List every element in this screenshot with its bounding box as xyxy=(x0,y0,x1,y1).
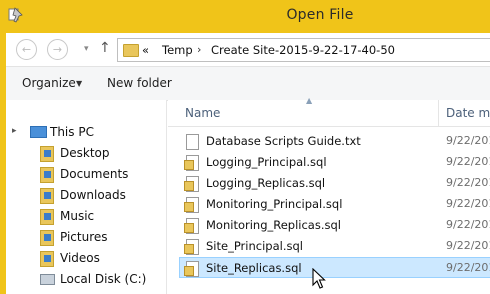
file-row[interactable]: Database Scripts Guide.txt 9/22/201 xyxy=(180,131,490,151)
sql-file-icon xyxy=(184,197,199,213)
file-name: Monitoring_Principal.sql xyxy=(206,197,343,211)
documents-folder-icon xyxy=(40,167,54,183)
folder-icon xyxy=(123,44,139,57)
file-row[interactable]: Site_Principal.sql 9/22/201 xyxy=(180,236,490,256)
tree-item-label: Music xyxy=(60,209,95,223)
file-name: Monitoring_Replicas.sql xyxy=(206,218,341,232)
sql-file-icon xyxy=(184,155,199,171)
tree-item-label: Pictures xyxy=(60,230,108,244)
expand-chevron-icon[interactable]: ▸ xyxy=(12,126,17,136)
breadcrumb-separator[interactable]: › xyxy=(197,43,201,56)
file-date: 9/22/201 xyxy=(446,197,490,210)
file-name: Site_Principal.sql xyxy=(206,239,303,253)
file-name: Logging_Principal.sql xyxy=(206,155,327,169)
navigation-pane[interactable]: ▸ This PC Desktop Documents Downloads Mu… xyxy=(6,100,167,294)
breadcrumb-overflow[interactable]: « xyxy=(142,43,149,57)
file-date: 9/22/201 xyxy=(446,261,490,274)
sort-ascending-icon: ▲ xyxy=(306,96,313,105)
command-bar: Organize ▼ New folder xyxy=(6,66,490,101)
file-date: 9/22/201 xyxy=(446,155,490,168)
pictures-folder-icon xyxy=(40,230,54,246)
file-row-selected[interactable]: Site_Replicas.sql 9/22/201 xyxy=(179,257,490,278)
file-row[interactable]: Monitoring_Replicas.sql 9/22/201 xyxy=(180,215,490,235)
sql-file-icon xyxy=(184,239,199,255)
file-name: Logging_Replicas.sql xyxy=(206,176,326,190)
tree-item-label: Downloads xyxy=(60,188,126,202)
tree-item-label: Desktop xyxy=(60,146,110,160)
sql-file-icon xyxy=(184,261,199,277)
text-file-icon xyxy=(186,134,199,150)
column-header-name[interactable]: Name xyxy=(185,106,220,120)
navigation-toolbar: ← → ▾ ↑ « Temp › Create Site-2015-9-22-1… xyxy=(6,33,490,66)
title-bar[interactable]: Open File xyxy=(0,0,490,33)
file-name: Database Scripts Guide.txt xyxy=(206,134,361,148)
forward-arrow-icon: → xyxy=(52,43,63,56)
tree-item-label: Videos xyxy=(60,251,100,265)
recent-locations-dropdown[interactable]: ▾ xyxy=(84,44,89,54)
window-title: Open File xyxy=(286,7,354,23)
file-date: 9/22/201 xyxy=(446,239,490,252)
desktop-folder-icon xyxy=(40,146,54,162)
tree-item-label: This PC xyxy=(50,125,94,139)
chevron-down-icon: ▼ xyxy=(76,79,83,88)
file-row[interactable]: Logging_Principal.sql 9/22/201 xyxy=(180,152,490,172)
address-bar[interactable]: « Temp › Create Site-2015-9-22-17-40-50 xyxy=(117,38,490,62)
mouse-pointer-icon xyxy=(312,268,326,289)
new-folder-button[interactable]: New folder xyxy=(107,76,172,90)
file-row[interactable]: Logging_Replicas.sql 9/22/201 xyxy=(180,173,490,193)
breadcrumb-create-site[interactable]: Create Site-2015-9-22-17-40-50 xyxy=(211,43,395,57)
breadcrumb-temp[interactable]: Temp xyxy=(162,43,193,57)
sql-file-icon xyxy=(184,176,199,192)
back-arrow-icon: ← xyxy=(21,43,32,56)
file-date: 9/22/201 xyxy=(446,134,490,147)
file-date: 9/22/201 xyxy=(446,176,490,189)
file-row[interactable]: Monitoring_Principal.sql 9/22/201 xyxy=(180,194,490,214)
downloads-folder-icon xyxy=(40,188,54,204)
back-button[interactable]: ← xyxy=(16,39,37,60)
disk-drive-icon xyxy=(40,274,55,285)
column-divider[interactable] xyxy=(438,100,439,126)
file-name: Site_Replicas.sql xyxy=(206,261,302,275)
column-header-row: ▲ Name Date mo xyxy=(168,96,490,127)
up-button[interactable]: ↑ xyxy=(99,40,111,56)
file-date: 9/22/201 xyxy=(446,218,490,231)
sql-file-icon xyxy=(184,218,199,234)
file-list-pane[interactable]: ▲ Name Date mo Database Scripts Guide.tx… xyxy=(168,96,490,294)
music-folder-icon xyxy=(40,209,54,225)
tree-item-label: Local Disk (C:) xyxy=(60,272,147,286)
organize-button[interactable]: Organize xyxy=(22,76,76,90)
videos-folder-icon xyxy=(40,251,54,267)
forward-button[interactable]: → xyxy=(47,39,68,60)
column-header-date-modified[interactable]: Date mo xyxy=(446,106,490,120)
computer-icon xyxy=(30,126,47,138)
tree-item-label: Documents xyxy=(60,167,129,181)
